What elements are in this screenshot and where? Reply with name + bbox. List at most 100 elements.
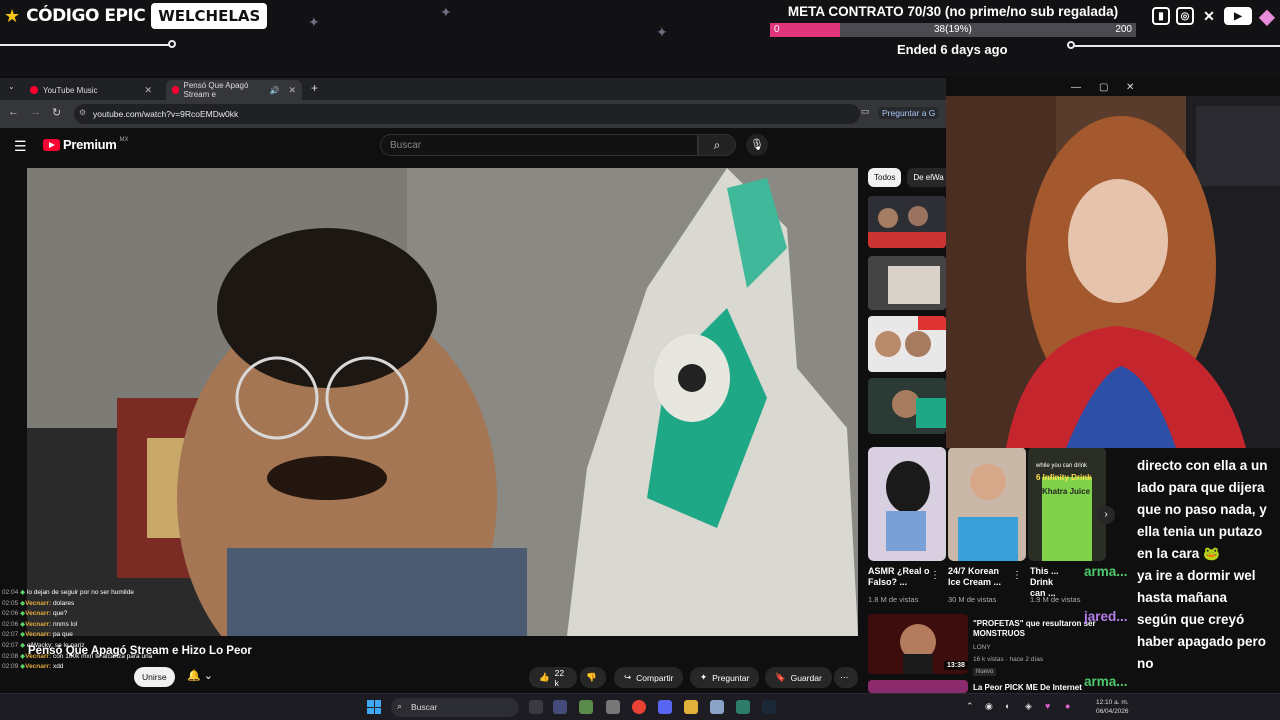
recommended-thumbnail[interactable] — [868, 256, 946, 310]
video-duration: 13:38 — [944, 661, 968, 670]
chip-channel[interactable]: De elWa — [907, 168, 950, 187]
youtube-logo-icon — [43, 138, 60, 151]
recommended-channel: LONY — [973, 644, 991, 651]
task-view-icon[interactable] — [529, 700, 543, 714]
overlay-divider — [1074, 45, 1280, 47]
steam-icon[interactable] — [762, 700, 776, 714]
mini-chat-line: 02:07 ◆Vecnarr: pa que — [2, 631, 73, 639]
share-icon: ↪ — [624, 672, 632, 682]
close-window-icon[interactable]: ✕ — [1126, 82, 1134, 93]
gem-icon: ◆ — [1259, 5, 1275, 28]
ask-gemini-button[interactable]: Preguntar a G — [878, 107, 940, 119]
mini-chat-line: 02:09 ◆Vecnarr: xdd — [2, 663, 64, 671]
short-title: 24/7 Korean Ice Cream ... — [948, 566, 1002, 587]
streamer-tag: WELCHELAS — [151, 3, 268, 29]
app-icon[interactable] — [736, 700, 750, 714]
tray-icon[interactable]: ♥ — [1045, 701, 1050, 711]
more-icon[interactable]: ⋮ — [930, 570, 940, 581]
goal-max: 200 — [1115, 24, 1132, 35]
short-thumbnail[interactable] — [948, 447, 1026, 561]
close-tab-icon[interactable]: ✕ — [288, 85, 296, 96]
recommended-thumbnail[interactable] — [868, 378, 946, 434]
share-button[interactable]: ↪ Compartir — [614, 667, 684, 688]
taskbar-search-label: Buscar — [411, 702, 438, 712]
next-shorts-button[interactable]: › — [1097, 506, 1115, 524]
browser-tab-bar: ⌄ YouTube Music ✕ Pensó Que Apagó Stream… — [0, 78, 946, 100]
like-button[interactable]: 👍 22 k — [529, 667, 577, 688]
sparkle-icon: ✦ — [440, 4, 452, 20]
tab-list-icon[interactable]: ⌄ — [8, 82, 15, 91]
reload-icon[interactable]: ↻ — [52, 106, 61, 119]
address-bar-row: ← → ↻ ⚙ youtube.com/watch?v=9RcoEMDw0kk … — [0, 100, 946, 128]
minimize-icon[interactable]: — — [1071, 82, 1081, 93]
recommended-thumbnail[interactable] — [868, 196, 946, 248]
search-input[interactable]: Buscar — [380, 134, 698, 156]
tab-title: YouTube Music — [43, 85, 98, 95]
tray-icon[interactable]: ◐ — [1005, 701, 1010, 711]
search-placeholder: Buscar — [390, 140, 422, 151]
video-player[interactable] — [27, 168, 858, 636]
webcam-image — [946, 96, 1280, 448]
app-icon[interactable] — [553, 700, 567, 714]
menu-icon[interactable]: ☰ — [14, 138, 27, 155]
youtube-favicon — [172, 86, 179, 94]
like-count: 22 k — [554, 667, 565, 688]
short-views: 30 M de vistas — [948, 595, 997, 604]
mini-chat-line: 02:07 ◆ elWacky: se le nariz — [2, 641, 85, 649]
save-button[interactable]: 🔖 Guardar — [765, 667, 832, 688]
taskbar-search[interactable]: ⌕ Buscar — [391, 698, 519, 717]
thumbs-up-icon: 👍 — [539, 672, 550, 682]
social-links: ▮ ◎ ✕ ▶ ◆ — [1152, 5, 1276, 28]
mini-chat-line: 02:06 ◆Vecnarr: nnms lol — [2, 620, 78, 628]
brand-label: CÓDIGO EPIC — [26, 6, 146, 26]
chrome-icon[interactable] — [632, 700, 646, 714]
more-icon[interactable]: ⋮ — [1012, 570, 1022, 581]
speaker-icon[interactable]: 🔊 — [269, 86, 279, 95]
thumbs-down-icon: 👎 — [586, 672, 597, 682]
twitch-icon: ▮ — [1152, 7, 1170, 25]
site-info-icon[interactable]: ⚙ — [79, 108, 86, 117]
short-thumbnail[interactable]: while you can drink 6 Infinity Drink Kha… — [1028, 447, 1106, 561]
taskbar-clock[interactable]: 12:10 a. m. 06/04/2026 — [1096, 698, 1129, 716]
ask-button[interactable]: ✦ Preguntar — [690, 667, 760, 688]
dislike-button[interactable]: 👎 — [580, 667, 606, 688]
short-thumbnail[interactable] — [868, 447, 946, 561]
windows-start-icon[interactable] — [367, 700, 381, 714]
maximize-icon[interactable]: ▢ — [1099, 82, 1108, 93]
app-icon[interactable] — [579, 700, 593, 714]
discord-icon[interactable] — [658, 700, 672, 714]
tray-icon[interactable]: ● — [1065, 701, 1070, 711]
search-button[interactable]: ⌕ — [698, 134, 736, 156]
tray-overflow-icon[interactable]: ⌃ — [966, 701, 974, 712]
recommended-thumbnail[interactable] — [868, 680, 968, 693]
recommended-thumbnail[interactable] — [868, 316, 946, 372]
more-actions-button[interactable]: ⋯ — [834, 667, 858, 688]
app-icon[interactable] — [710, 700, 724, 714]
network-icon[interactable]: ◉ — [985, 701, 993, 712]
forward-icon[interactable]: → — [30, 106, 41, 118]
url-field[interactable]: ⚙ youtube.com/watch?v=9RcoEMDw0kk — [74, 104, 860, 124]
back-icon[interactable]: ← — [8, 106, 19, 118]
close-tab-icon[interactable]: ✕ — [144, 85, 152, 96]
short-overlay-caption: while you can drink — [1036, 463, 1088, 469]
folder-icon[interactable] — [684, 700, 698, 714]
thumbnail-image — [868, 256, 946, 310]
youtube-premium-logo[interactable]: Premium MX — [43, 137, 129, 152]
share-label: Compartir — [636, 672, 674, 683]
new-tab-button[interactable]: + — [311, 81, 318, 95]
chat-line: lado para que dijera — [1137, 480, 1265, 495]
notification-bell-icon[interactable]: 🔔 ⌄ — [187, 669, 213, 682]
tab-youtube-music[interactable]: YouTube Music ✕ — [24, 80, 158, 100]
filter-chips: Todos De elWa — [868, 168, 950, 187]
short-title: ASMR ¿Real o Falso? ... — [868, 566, 930, 587]
chip-all[interactable]: Todos — [868, 168, 902, 187]
settings-icon[interactable] — [606, 700, 620, 714]
chat-username: arma... — [1084, 564, 1128, 579]
tab-current-video[interactable]: Pensó Que Apagó Stream e 🔊 ✕ — [166, 80, 302, 100]
youtube-header: ☰ Premium MX Buscar ⌕ 🎙 — [0, 128, 946, 164]
chat-line: según que creyó — [1137, 612, 1245, 627]
voice-search-button[interactable]: 🎙 — [746, 134, 768, 156]
tray-icon[interactable]: ◈ — [1025, 701, 1032, 712]
mic-icon: 🎙 — [750, 139, 764, 151]
cast-icon[interactable]: ▭ — [861, 106, 870, 117]
